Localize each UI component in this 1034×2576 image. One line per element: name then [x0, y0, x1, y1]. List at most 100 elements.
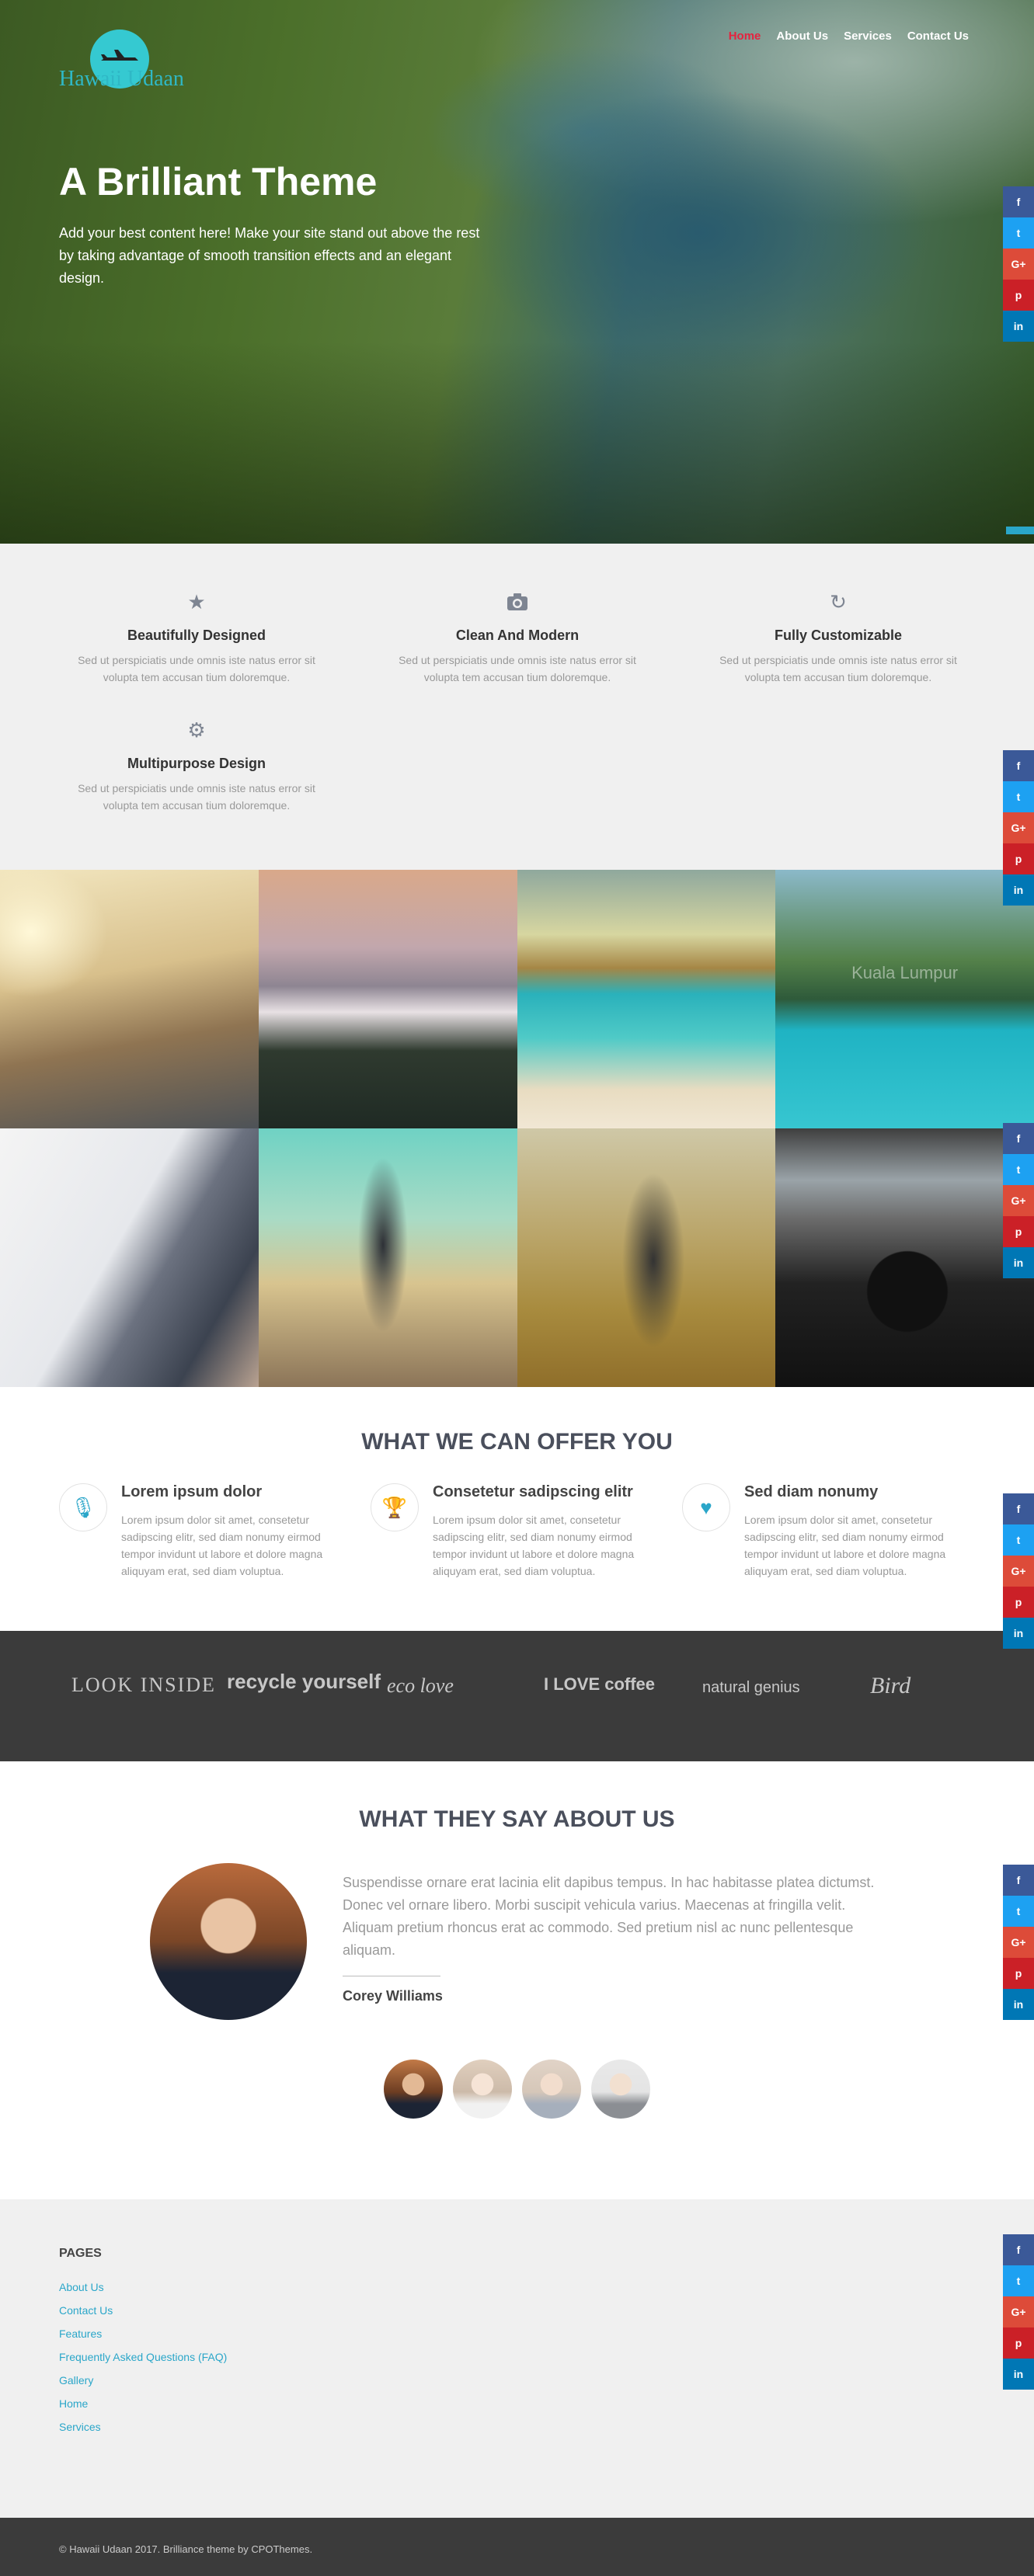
- share-bar: f t G+ p in: [1003, 1865, 1034, 2020]
- pinterest-icon[interactable]: p: [1003, 1587, 1034, 1618]
- footer-link-services[interactable]: Services: [59, 2415, 227, 2439]
- brand-logo[interactable]: natural genius: [702, 1679, 800, 1697]
- pinterest-icon[interactable]: p: [1003, 1958, 1034, 1989]
- gallery-grid: Kuala Lumpur: [0, 870, 1034, 1387]
- feature-text: Sed ut perspiciatis unde omnis iste natu…: [78, 654, 315, 683]
- facebook-icon[interactable]: f: [1003, 186, 1034, 217]
- footer-link-features[interactable]: Features: [59, 2322, 227, 2345]
- gallery-image-photographer[interactable]: [517, 1128, 776, 1387]
- footer-link-about-us[interactable]: About Us: [59, 2275, 227, 2299]
- gallery-image-mountains[interactable]: [258, 870, 517, 1128]
- facebook-icon[interactable]: f: [1003, 2234, 1034, 2265]
- main-nav: Home About Us Services Contact Us: [729, 30, 969, 43]
- testimonial-quote: Suspendisse ornare erat lacinia elit dap…: [343, 1875, 875, 1958]
- testimonials-title: WHAT THEY SAY ABOUT US: [359, 1806, 675, 1832]
- slider-indicator[interactable]: [1006, 527, 1034, 534]
- brand-logo[interactable]: Bird: [870, 1673, 910, 1699]
- feature-title: Beautifully Designed: [127, 627, 266, 643]
- pinterest-icon[interactable]: p: [1003, 2327, 1034, 2359]
- camera-icon: [385, 589, 649, 615]
- footer-link-faq[interactable]: Frequently Asked Questions (FAQ): [59, 2345, 227, 2369]
- offer-item-title: Lorem ipsum dolor: [121, 1483, 263, 1500]
- gallery-image-lagoon[interactable]: Kuala Lumpur: [775, 870, 1034, 1128]
- linkedin-icon[interactable]: in: [1003, 1247, 1034, 1278]
- feature-title: Clean And Modern: [455, 627, 580, 643]
- gallery-image-beach[interactable]: [517, 870, 776, 1128]
- testimonial-thumb[interactable]: [384, 2060, 443, 2119]
- offer-item-title: Sed diam nonumy: [744, 1483, 879, 1500]
- testimonial-avatar: [150, 1863, 307, 2020]
- feature-title: Fully Customizable: [774, 627, 903, 643]
- twitter-icon[interactable]: t: [1003, 1896, 1034, 1927]
- linkedin-icon[interactable]: in: [1003, 311, 1034, 342]
- twitter-icon[interactable]: t: [1003, 1154, 1034, 1185]
- testimonial-thumb[interactable]: [591, 2060, 650, 2119]
- facebook-icon[interactable]: f: [1003, 1865, 1034, 1896]
- linkedin-icon[interactable]: in: [1003, 1989, 1034, 2020]
- gallery-image-business[interactable]: [0, 1128, 259, 1387]
- twitter-icon[interactable]: t: [1003, 781, 1034, 812]
- google-plus-icon[interactable]: G+: [1003, 1185, 1034, 1216]
- facebook-icon[interactable]: f: [1003, 750, 1034, 781]
- pinterest-icon[interactable]: p: [1003, 1216, 1034, 1247]
- nav-services[interactable]: Services: [844, 30, 892, 43]
- facebook-icon[interactable]: f: [1003, 1493, 1034, 1524]
- footer-link-home[interactable]: Home: [59, 2392, 227, 2415]
- feature-item: ↻ Fully Customizable Sed ut perspiciatis…: [706, 589, 970, 686]
- twitter-icon[interactable]: t: [1003, 2265, 1034, 2296]
- brand-logo[interactable]: LOOK INSIDE: [71, 1674, 216, 1697]
- facebook-icon[interactable]: f: [1003, 1123, 1034, 1154]
- gallery-image-stones[interactable]: [258, 1128, 517, 1387]
- gear-icon: ⚙: [187, 718, 206, 742]
- twitter-icon[interactable]: t: [1003, 217, 1034, 249]
- share-bar: f t G+ p in: [1003, 186, 1034, 342]
- feature-title: Multipurpose Design: [127, 756, 266, 771]
- offer-item-text: Lorem ipsum dolor sit amet, consetetur s…: [744, 1514, 946, 1577]
- feature-item: Clean And Modern Sed ut perspiciatis und…: [385, 589, 649, 686]
- share-bar: f t G+ p in: [1003, 1493, 1034, 1649]
- testimonial-name: Corey Williams: [343, 1988, 443, 2004]
- feature-item: ⚙ Multipurpose Design Sed ut perspiciati…: [64, 717, 329, 814]
- footer-link-gallery[interactable]: Gallery: [59, 2369, 227, 2392]
- nav-about-us[interactable]: About Us: [776, 30, 828, 43]
- testimonial-thumb[interactable]: [453, 2060, 512, 2119]
- brand-logo[interactable]: I LOVE coffee: [544, 1674, 655, 1695]
- testimonial-thumb[interactable]: [522, 2060, 581, 2119]
- brand-logo[interactable]: recycle yourself: [227, 1670, 381, 1694]
- linkedin-icon[interactable]: in: [1003, 2359, 1034, 2390]
- linkedin-icon[interactable]: in: [1003, 1618, 1034, 1649]
- feature-item: ★ Beautifully Designed Sed ut perspiciat…: [64, 589, 329, 686]
- pages-title: PAGES: [59, 2247, 102, 2260]
- google-plus-icon[interactable]: G+: [1003, 812, 1034, 843]
- refresh-icon: ↻: [830, 589, 847, 614]
- feature-text: Sed ut perspiciatis unde omnis iste natu…: [78, 782, 315, 812]
- linkedin-icon[interactable]: in: [1003, 874, 1034, 906]
- microphone-icon: 🎙: [59, 1483, 107, 1531]
- pinterest-icon[interactable]: p: [1003, 280, 1034, 311]
- offer-item-title: Consetetur sadipscing elitr: [433, 1483, 633, 1500]
- logo-text[interactable]: Hawaii Udaan: [59, 67, 184, 92]
- gallery-image-car[interactable]: [775, 1128, 1034, 1387]
- share-bar: f t G+ p in: [1003, 2234, 1034, 2390]
- offer-item-text: Lorem ipsum dolor sit amet, consetetur s…: [433, 1514, 635, 1577]
- gallery-caption: Kuala Lumpur: [851, 963, 959, 982]
- google-plus-icon[interactable]: G+: [1003, 249, 1034, 280]
- offer-title: WHAT WE CAN OFFER YOU: [361, 1429, 673, 1455]
- hero-title: A Brilliant Theme: [59, 160, 378, 203]
- pinterest-icon[interactable]: p: [1003, 843, 1034, 874]
- brand-logo[interactable]: eco love: [387, 1674, 454, 1698]
- star-icon: ★: [187, 589, 206, 614]
- nav-home[interactable]: Home: [729, 30, 761, 43]
- feature-text: Sed ut perspiciatis unde omnis iste natu…: [399, 654, 636, 683]
- google-plus-icon[interactable]: G+: [1003, 2296, 1034, 2327]
- footer-link-contact-us[interactable]: Contact Us: [59, 2299, 227, 2322]
- offer-item-text: Lorem ipsum dolor sit amet, consetetur s…: [121, 1514, 323, 1577]
- nav-contact-us[interactable]: Contact Us: [907, 30, 969, 43]
- heart-icon: ♥: [682, 1483, 730, 1531]
- twitter-icon[interactable]: t: [1003, 1524, 1034, 1556]
- pages-list: About Us Contact Us Features Frequently …: [59, 2275, 227, 2439]
- google-plus-icon[interactable]: G+: [1003, 1556, 1034, 1587]
- feature-text: Sed ut perspiciatis unde omnis iste natu…: [719, 654, 957, 683]
- gallery-image-santorini[interactable]: [0, 870, 259, 1128]
- google-plus-icon[interactable]: G+: [1003, 1927, 1034, 1958]
